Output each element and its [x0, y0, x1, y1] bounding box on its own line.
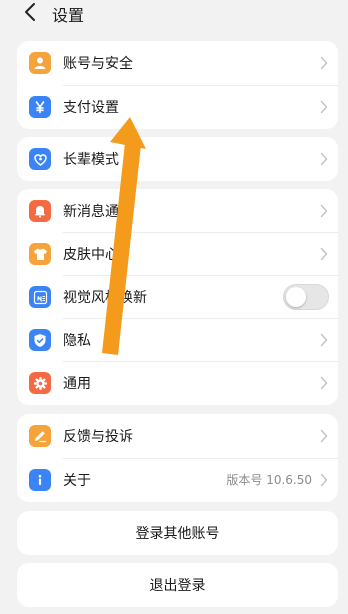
settings-item-about[interactable]: 关于 版本号 10.6.50	[17, 458, 338, 502]
user-icon	[29, 52, 51, 74]
settings-item-label: 通用	[63, 376, 91, 392]
heart-icon	[29, 148, 51, 170]
version-number: 版本号 10.6.50	[226, 473, 312, 487]
settings-item-label: 隐私	[63, 333, 91, 349]
settings-item-elder-mode[interactable]: 长辈模式	[17, 137, 338, 181]
header-bar: 设置	[0, 0, 348, 26]
settings-item-general[interactable]: 通用	[17, 361, 338, 405]
login-other-account-button[interactable]: 登录其他账号	[17, 511, 338, 555]
settings-group-general: 新消息通知 皮肤中心 视觉风格焕新 隐私 通用	[17, 189, 338, 405]
page-title: 设置	[52, 6, 85, 25]
settings-item-label: 账号与安全	[63, 56, 133, 72]
chevron-right-icon	[320, 204, 328, 218]
bell-icon	[29, 200, 51, 222]
chevron-left-icon[interactable]	[22, 2, 40, 22]
settings-item-label: 关于	[63, 473, 91, 489]
settings-group-elder: 长辈模式	[17, 137, 338, 181]
settings-item-label: 支付设置	[63, 100, 119, 116]
settings-group-account: 账号与安全 支付设置	[17, 41, 338, 129]
gear-icon	[29, 372, 51, 394]
settings-item-label: 长辈模式	[63, 152, 119, 168]
chevron-right-icon	[320, 376, 328, 390]
settings-item-skin-center[interactable]: 皮肤中心	[17, 232, 338, 276]
chevron-right-icon	[320, 429, 328, 443]
info-icon	[29, 469, 51, 491]
settings-item-payment[interactable]: 支付设置	[17, 85, 338, 129]
toggle-knob	[286, 287, 306, 307]
shirt-icon	[29, 243, 51, 265]
settings-item-account-security[interactable]: 账号与安全	[17, 41, 338, 85]
chevron-right-icon	[320, 152, 328, 166]
visual-style-toggle[interactable]	[283, 284, 329, 310]
chevron-right-icon	[320, 333, 328, 347]
settings-item-label: 新消息通知	[63, 204, 133, 220]
shield-icon	[29, 329, 51, 351]
settings-item-label: 视觉风格焕新	[63, 290, 147, 306]
settings-item-notifications[interactable]: 新消息通知	[17, 189, 338, 233]
settings-item-feedback[interactable]: 反馈与投诉	[17, 414, 338, 458]
new-style-icon	[29, 286, 51, 308]
settings-item-label: 反馈与投诉	[63, 429, 133, 445]
settings-item-visual-style[interactable]: 视觉风格焕新	[17, 275, 338, 319]
yen-icon	[29, 96, 51, 118]
settings-group-about: 反馈与投诉 关于 版本号 10.6.50	[17, 414, 338, 502]
chevron-right-icon	[320, 100, 328, 114]
settings-item-label: 皮肤中心	[63, 247, 119, 263]
logout-button[interactable]: 退出登录	[17, 563, 338, 607]
pencil-icon	[29, 425, 51, 447]
settings-item-privacy[interactable]: 隐私	[17, 318, 338, 362]
chevron-right-icon	[320, 56, 328, 70]
chevron-right-icon	[320, 247, 328, 261]
chevron-right-icon	[320, 473, 328, 487]
